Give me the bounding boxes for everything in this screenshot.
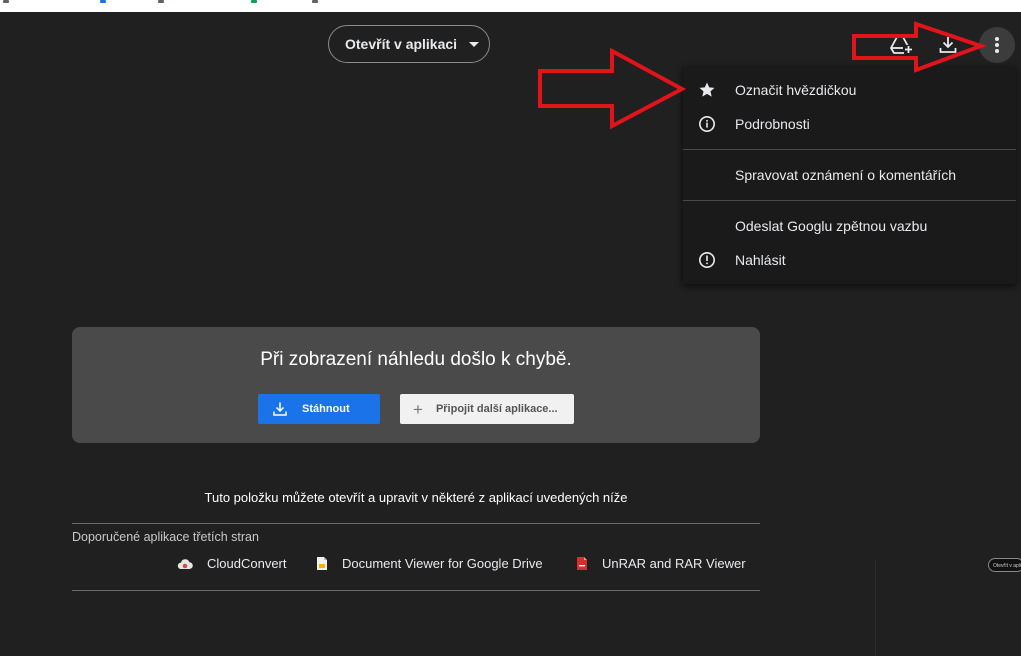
menu-item-details[interactable]: Podrobnosti [683, 108, 1016, 140]
menu-item-star[interactable]: Označit hvězdičkou [683, 74, 1016, 106]
add-to-drive-icon[interactable] [885, 29, 917, 61]
menu-item-label: Označit hvězdičkou [735, 82, 857, 98]
divider [875, 560, 876, 656]
divider [72, 590, 760, 591]
star-icon [699, 82, 715, 97]
unrar-icon [577, 557, 587, 570]
document-viewer-icon [317, 557, 327, 570]
app-label: Document Viewer for Google Drive [342, 556, 543, 571]
info-icon [699, 116, 715, 132]
annotation-arrow-menu [538, 47, 687, 130]
app-document-viewer[interactable]: Document Viewer for Google Drive [316, 556, 543, 571]
connect-more-apps-button[interactable]: + Připojit další aplikace... [400, 394, 574, 424]
download-icon [273, 402, 287, 416]
menu-item-label: Nahlásit [735, 252, 786, 268]
report-icon [699, 252, 715, 268]
connect-more-apps-label: Připojit další aplikace... [435, 403, 558, 415]
open-in-app-button[interactable]: Otevřít v aplikaci [328, 25, 490, 63]
divider [72, 523, 760, 524]
more-vert-icon [995, 37, 999, 53]
open-info-text: Tuto položku můžete otevřít a upravit v … [204, 490, 628, 505]
cloudconvert-icon [177, 558, 193, 569]
tooltip: Otevřít v aplikaci [988, 558, 1021, 572]
menu-item-report[interactable]: Nahlásit [683, 244, 1016, 276]
app-label: UnRAR and RAR Viewer [602, 556, 746, 571]
menu-divider [683, 200, 1016, 201]
preview-error-title: Při zobrazení náhledu došlo k chybě. [260, 349, 572, 370]
browser-top-strip [0, 0, 1021, 12]
more-options-menu: Označit hvězdičkou Podrobnosti Spravovat… [683, 67, 1016, 284]
menu-item-manage-notifications[interactable]: Spravovat oznámení o komentářích [683, 159, 1016, 191]
menu-item-label: Spravovat oznámení o komentářích [735, 167, 957, 183]
menu-divider [683, 149, 1016, 150]
download-button[interactable]: Stáhnout [258, 394, 380, 424]
menu-item-send-feedback[interactable]: Odeslat Googlu zpětnou vazbu [683, 210, 1016, 242]
app-cloudconvert[interactable]: CloudConvert [177, 556, 287, 571]
preview-error-card: Při zobrazení náhledu došlo k chybě. Stá… [72, 327, 760, 443]
more-options-button[interactable] [979, 27, 1015, 63]
menu-item-label: Odeslat Googlu zpětnou vazbu [735, 218, 928, 234]
app-label: CloudConvert [207, 556, 287, 571]
chevron-down-icon [469, 41, 480, 47]
download-icon[interactable] [932, 29, 964, 61]
menu-item-label: Podrobnosti [735, 116, 810, 132]
open-in-app-label: Otevřít v aplikaci [345, 36, 458, 52]
download-label: Stáhnout [302, 403, 350, 415]
plus-icon: + [413, 399, 423, 419]
third-party-heading: Doporučené aplikace třetích stran [72, 530, 259, 544]
app-unrar[interactable]: UnRAR and RAR Viewer [576, 556, 746, 571]
